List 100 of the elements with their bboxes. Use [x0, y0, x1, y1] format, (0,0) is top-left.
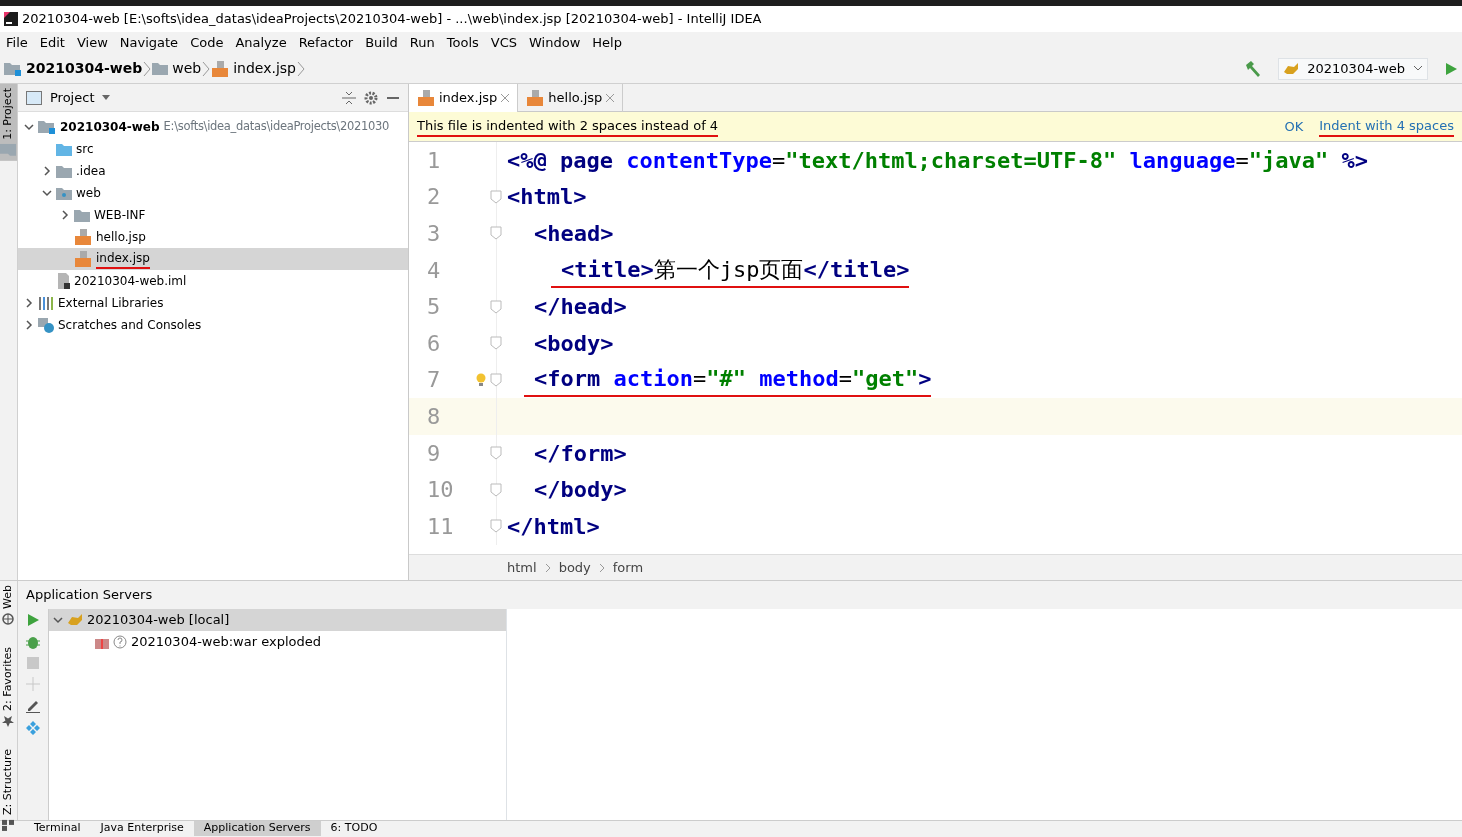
panel-title-dropdown[interactable]: Project	[50, 87, 111, 108]
menu-item[interactable]: Tools	[440, 33, 485, 53]
stop-icon[interactable]	[27, 656, 39, 669]
run-config-dropdown[interactable]: 20210304-web	[1278, 57, 1428, 80]
chevron-icon	[598, 562, 605, 573]
breadcrumb-item[interactable]: web	[152, 58, 202, 79]
chevron-icon	[201, 60, 212, 77]
breadcrumb-item[interactable]: index.jsp	[211, 58, 296, 79]
fold-marker-icon[interactable]	[490, 482, 502, 497]
line-number: 11	[427, 512, 454, 541]
tree-item[interactable]: WEB-INF	[18, 204, 408, 226]
settings-icon[interactable]	[364, 90, 378, 105]
fold-marker-icon[interactable]	[490, 446, 502, 461]
folder-icon	[56, 142, 72, 156]
menu-item[interactable]: Window	[523, 33, 587, 53]
run-icon[interactable]	[1444, 61, 1458, 76]
code-text: <%@ page contentType="text/html;charset=UTF-8" language="java" %>	[506, 146, 1368, 175]
fold-marker-icon[interactable]	[490, 336, 502, 351]
menu-item[interactable]: Run	[403, 33, 441, 53]
menu-item[interactable]: File	[0, 33, 34, 53]
hammer-icon[interactable]	[1244, 59, 1263, 78]
line-number: 1	[427, 146, 441, 175]
menu-item[interactable]: VCS	[484, 33, 524, 53]
menu-item[interactable]: Build	[359, 33, 404, 53]
chevron-icon	[544, 562, 551, 573]
breadcrumb-item[interactable]: 20210304-web	[4, 58, 143, 79]
code-text: <head>	[533, 220, 614, 248]
jsp-file-icon	[526, 90, 545, 106]
file-icon	[56, 273, 70, 289]
close-icon[interactable]	[501, 94, 510, 102]
tool-window-tab[interactable]: 1: Project	[0, 84, 17, 161]
fold-marker-icon[interactable]	[490, 189, 502, 204]
window-title: 20210304-web [E:\softs\idea_datas\ideaProjects\20210304-web] - ...\web\index.jsp [20210304-web] - IntelliJ IDEA	[22, 10, 762, 29]
tool-window-tab[interactable]: Web	[0, 581, 17, 629]
notice-link[interactable]: OK	[1284, 116, 1304, 137]
tree-item[interactable]: Scratches and Consoles	[18, 314, 408, 336]
folder-icon	[74, 208, 90, 222]
line-number: 8	[427, 402, 441, 431]
jsp-file-icon	[211, 60, 230, 77]
line-number: 2	[427, 183, 441, 212]
tree-item[interactable]: External Libraries	[18, 292, 408, 314]
caret-icon	[102, 95, 111, 100]
run-icon[interactable]	[26, 612, 40, 627]
fold-marker-icon[interactable]	[490, 519, 502, 534]
tree-item[interactable]: 20210304-web [local]	[49, 608, 506, 631]
menu-item[interactable]: Help	[586, 33, 628, 53]
tree-item[interactable]: 20210304-web E:\softs\idea_datas\ideaProjects\2021030	[18, 116, 408, 138]
panel-icon	[26, 90, 42, 105]
edit-icon[interactable]	[26, 698, 40, 713]
tree-item[interactable]: index.jsp	[18, 248, 408, 270]
question-icon	[113, 634, 127, 649]
tree-item[interactable]: 20210304-web.iml	[18, 270, 408, 292]
line-number: 3	[427, 220, 441, 248]
folder-icon	[56, 164, 72, 178]
editor-tab[interactable]: index.jsp	[409, 84, 519, 112]
menu-item[interactable]: Navigate	[113, 33, 185, 53]
folder-icon	[0, 143, 17, 157]
breadcrumb-item[interactable]: form	[612, 557, 644, 578]
line-number: 6	[427, 329, 441, 358]
tool-window-tab[interactable]: 6: TODO	[320, 821, 388, 836]
code-text: <title>第一个jsp页面</title>	[551, 252, 910, 288]
tool-window-tab[interactable]: Z: Structure	[0, 744, 17, 835]
folder-icon	[152, 62, 169, 75]
fold-marker-icon[interactable]	[490, 372, 502, 387]
breadcrumb-item[interactable]: html	[507, 557, 537, 578]
notice-link[interactable]: Indent with 4 spaces	[1319, 115, 1454, 138]
lightbulb-icon[interactable]	[476, 372, 486, 387]
chevron-icon	[296, 60, 306, 77]
star-icon	[2, 714, 15, 727]
collapse-icon[interactable]	[342, 90, 356, 105]
code-text: </form>	[533, 439, 627, 468]
tree-item[interactable]: 20210304-web:war exploded	[49, 630, 506, 653]
fold-marker-icon[interactable]	[490, 226, 502, 241]
menu-item[interactable]: View	[70, 33, 114, 53]
tree-item[interactable]: src	[18, 138, 408, 160]
menu-item[interactable]: Refactor	[292, 33, 360, 53]
tool-window-tab[interactable]: Java Enterprise	[90, 821, 194, 836]
bug-icon[interactable]	[26, 634, 40, 649]
tool-window-tab[interactable]: Terminal	[24, 821, 91, 836]
library-icon	[38, 296, 54, 310]
tool-window-tab[interactable]: Application Servers	[193, 821, 321, 836]
tree-item[interactable]: hello.jsp	[18, 226, 408, 248]
line-number: 10	[427, 476, 454, 505]
menu-item[interactable]: Code	[184, 33, 230, 53]
globe-icon	[2, 613, 15, 625]
jsp-file-icon	[74, 251, 92, 267]
close-icon[interactable]	[606, 94, 615, 102]
line-number: 5	[427, 293, 441, 322]
tree-item[interactable]: .idea	[18, 160, 408, 182]
code-text: <body>	[533, 329, 614, 358]
breadcrumb-item[interactable]: body	[558, 557, 591, 578]
tool-window-tab[interactable]: 2: Favorites	[0, 643, 17, 731]
scratch-icon	[38, 317, 54, 333]
menu-item[interactable]: Analyze	[229, 33, 293, 53]
code-text: <html>	[506, 183, 587, 212]
caret-icon	[1413, 64, 1423, 73]
diamond-icon[interactable]	[26, 720, 40, 735]
menu-item[interactable]: Edit	[33, 33, 71, 53]
tree-item[interactable]: web	[18, 182, 408, 204]
fold-marker-icon[interactable]	[490, 299, 502, 314]
